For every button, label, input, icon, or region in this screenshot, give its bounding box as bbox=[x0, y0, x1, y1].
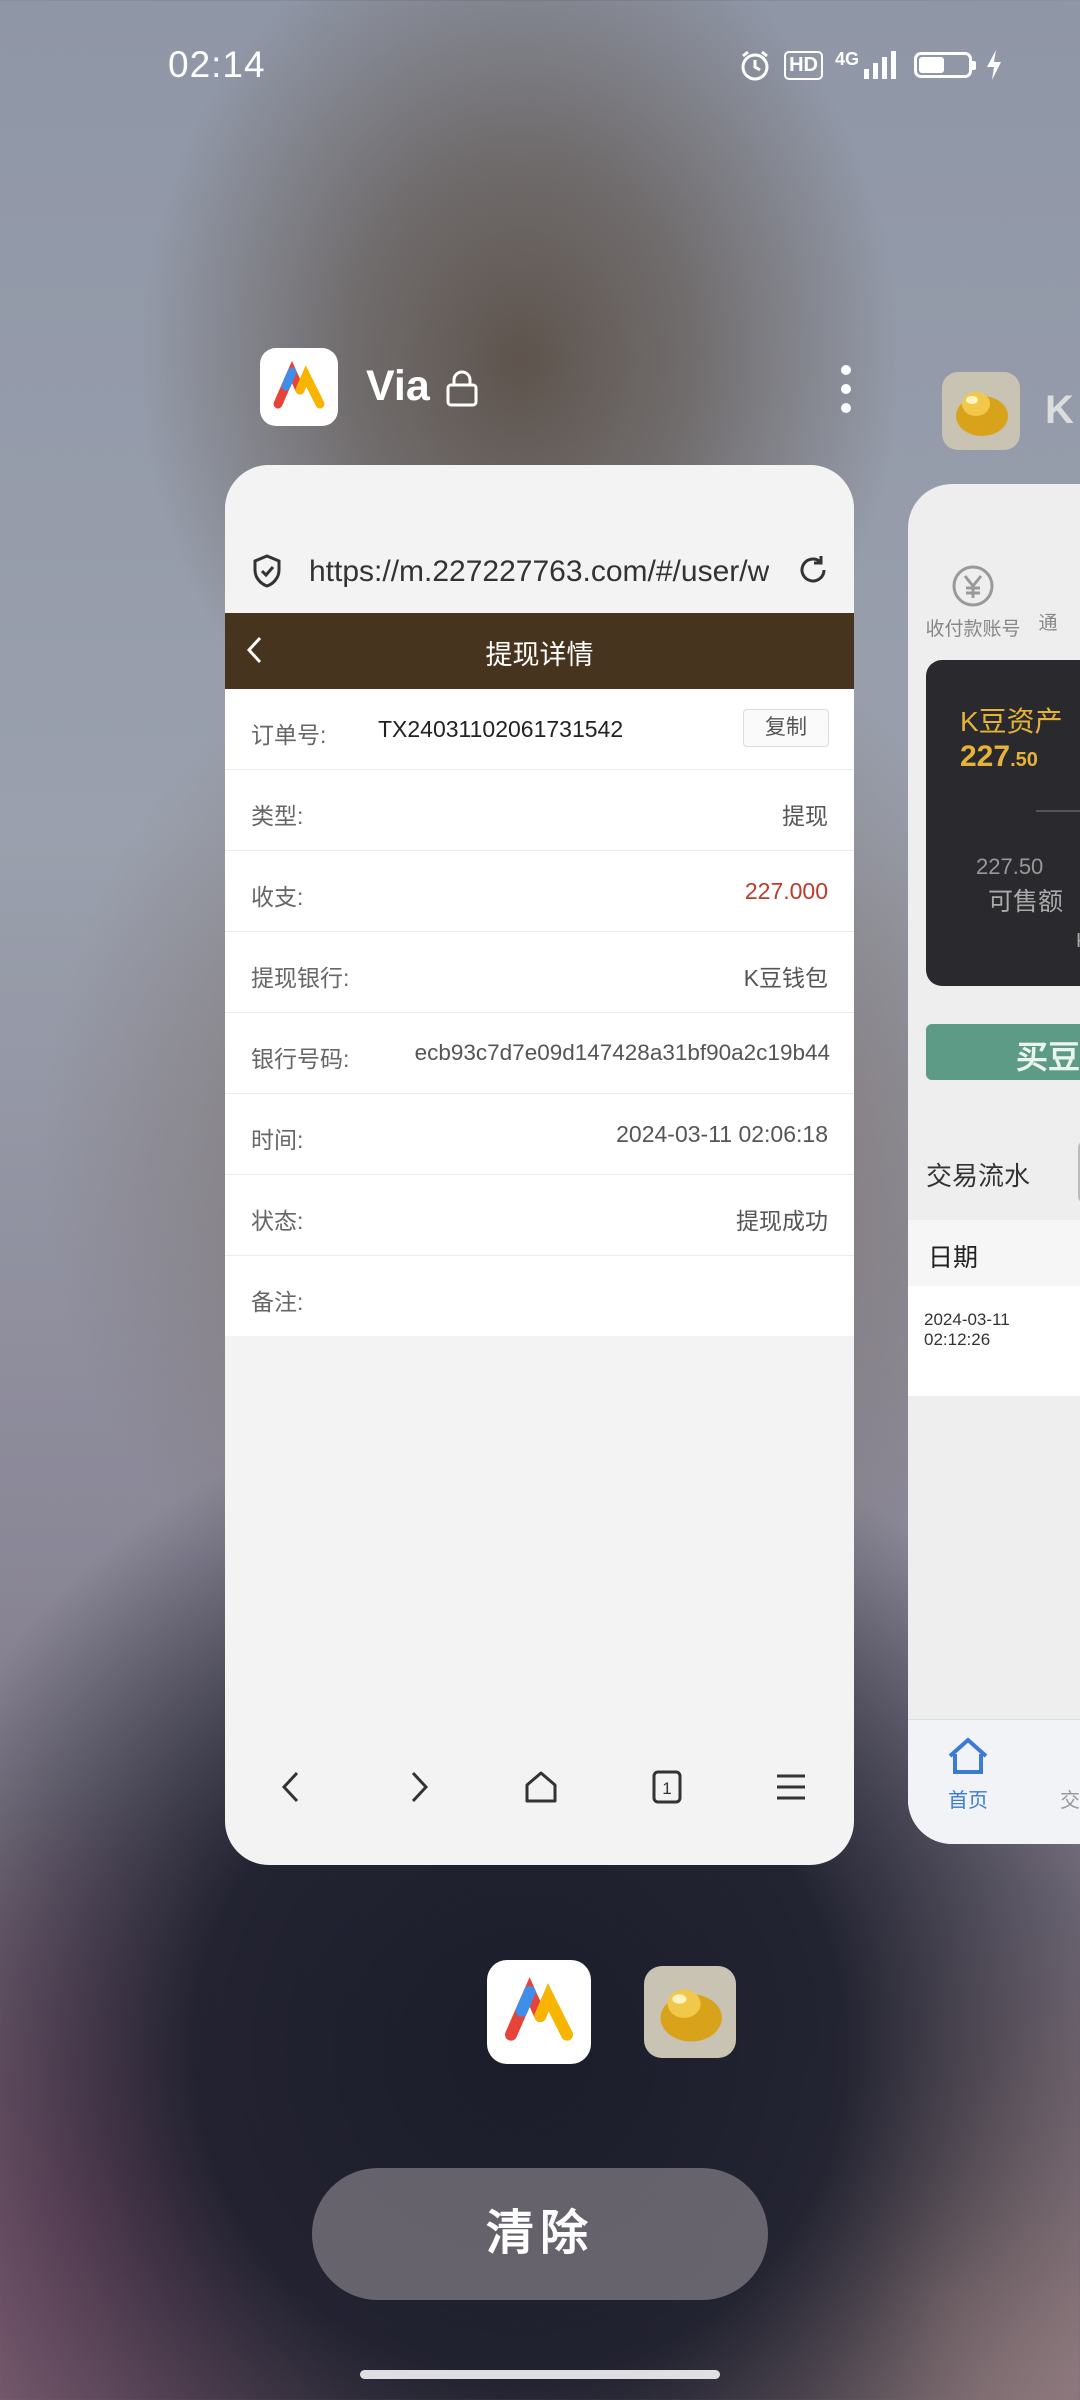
detail-row-remark: 备注: bbox=[225, 1256, 854, 1336]
forward-icon[interactable] bbox=[401, 1767, 435, 1812]
peek-tile-account: 收付款账号 bbox=[918, 564, 1028, 641]
flow-label: 交易流水 bbox=[926, 1161, 1031, 1191]
signal-icon: 4G bbox=[835, 49, 902, 81]
row-label: 提现银行: bbox=[251, 965, 350, 991]
detail-row-bank: 提现银行: K豆钱包 bbox=[225, 932, 854, 1013]
k-bean-dock-icon[interactable] bbox=[644, 1966, 736, 2058]
peek-tile-label: 通 bbox=[1038, 613, 1058, 634]
row-label: 状态: bbox=[251, 1208, 304, 1234]
asset-value: 227.50 bbox=[960, 740, 1038, 773]
detail-row-bank-number: 银行号码: ecb93c7d7e09d147428a31bf90a2c19b44 bbox=[225, 1013, 854, 1094]
type-value: 提现 bbox=[782, 803, 828, 829]
more-options-icon[interactable] bbox=[840, 364, 852, 419]
clear-all-button[interactable]: 清除 bbox=[312, 2168, 768, 2300]
peek-tile-label: 收付款账号 bbox=[925, 619, 1021, 640]
page-title: 提现详情 bbox=[485, 640, 594, 670]
asset-divider bbox=[1036, 810, 1080, 812]
date-header: 日期 bbox=[908, 1220, 1080, 1286]
peek-app-card[interactable]: 收付款账号 通 K豆资产 227.50 227.50 可售额 K 买豆 交易流水… bbox=[908, 484, 1080, 1844]
detail-row-order-number: 订单号: TX24031102061731542 复制 bbox=[225, 689, 854, 770]
sellable-value: 227.50 bbox=[976, 854, 1044, 879]
peek-bottom-nav: 首页 交 bbox=[908, 1719, 1080, 1844]
detail-row-type: 类型: 提现 bbox=[225, 770, 854, 851]
copy-button[interactable]: 复制 bbox=[743, 709, 829, 747]
status-bar: 02:14 HD 4G bbox=[0, 0, 1080, 140]
time-value: 2024-03-11 02:06:18 bbox=[616, 1121, 828, 1147]
home-nav-icon[interactable] bbox=[944, 1734, 992, 1783]
lock-icon[interactable] bbox=[444, 368, 480, 413]
back-icon[interactable] bbox=[275, 1767, 309, 1812]
date-row: 2024-03-11 02:12:26 bbox=[908, 1286, 1080, 1396]
peek-app-title: K bbox=[1045, 388, 1074, 432]
buy-button[interactable]: 买豆 bbox=[926, 1024, 1080, 1080]
nav-trade-label[interactable]: 交 bbox=[1060, 1784, 1080, 1813]
detail-row-status: 状态: 提现成功 bbox=[225, 1175, 854, 1256]
detail-row-amount: 收支: 227.000 bbox=[225, 851, 854, 932]
url-text[interactable]: https://m.227227763.com/#/user/withdraw bbox=[309, 555, 769, 589]
tabs-icon[interactable]: 1 bbox=[647, 1767, 687, 1812]
status-icons: HD 4G bbox=[738, 48, 1004, 82]
yen-icon bbox=[952, 565, 994, 607]
battery-icon bbox=[914, 52, 976, 78]
shield-icon[interactable] bbox=[251, 553, 283, 594]
nav-home-label[interactable]: 首页 bbox=[948, 1784, 988, 1813]
peek-tile-2: 通 bbox=[1028, 564, 1068, 635]
browser-bottom-nav: 1 bbox=[225, 1725, 854, 1865]
hd-icon: HD bbox=[784, 50, 823, 80]
row-label: 银行号码: bbox=[251, 1046, 350, 1072]
menu-icon[interactable] bbox=[773, 1767, 809, 1812]
clock: 02:14 bbox=[168, 44, 266, 85]
alarm-icon bbox=[738, 48, 772, 82]
via-app-icon[interactable] bbox=[260, 348, 338, 426]
row-label: 时间: bbox=[251, 1127, 304, 1153]
asset-title: K豆资产 bbox=[960, 706, 1063, 737]
url-bar[interactable]: https://m.227227763.com/#/user/withdraw bbox=[225, 465, 854, 613]
tab-count: 1 bbox=[662, 1779, 671, 1798]
row-label: 类型: bbox=[251, 803, 304, 829]
asset-panel: K豆资产 227.50 227.50 可售额 K bbox=[926, 660, 1080, 986]
via-dock-icon[interactable] bbox=[487, 1960, 591, 2064]
order-number-value: TX24031102061731542 bbox=[378, 716, 624, 742]
row-label: 订单号: bbox=[251, 722, 327, 748]
amount-value: 227.000 bbox=[744, 878, 828, 904]
detail-row-time: 时间: 2024-03-11 02:06:18 bbox=[225, 1094, 854, 1175]
row-label: 收支: bbox=[251, 884, 304, 910]
withdraw-detail-list: 订单号: TX24031102061731542 复制 类型: 提现 收支: 2… bbox=[225, 689, 854, 1336]
home-indicator[interactable] bbox=[360, 2370, 720, 2379]
app-name: Via bbox=[366, 362, 430, 410]
k-bean-app-icon[interactable] bbox=[942, 372, 1020, 450]
asset-footer: K bbox=[1076, 930, 1080, 953]
row-label: 备注: bbox=[251, 1289, 304, 1315]
recent-app-header: Via bbox=[260, 348, 851, 428]
status-value: 提现成功 bbox=[736, 1208, 828, 1234]
page-title-bar: 提现详情 bbox=[225, 613, 854, 689]
home-icon[interactable] bbox=[521, 1767, 561, 1812]
charging-icon bbox=[984, 48, 1004, 82]
bank-number-value: ecb93c7d7e09d147428a31bf90a2c19b44 bbox=[414, 1040, 830, 1065]
bank-value: K豆钱包 bbox=[743, 965, 828, 991]
recent-app-card[interactable]: https://m.227227763.com/#/user/withdraw … bbox=[225, 465, 854, 1865]
sellable-label: 可售额 bbox=[988, 888, 1064, 916]
reload-icon[interactable] bbox=[796, 553, 830, 592]
